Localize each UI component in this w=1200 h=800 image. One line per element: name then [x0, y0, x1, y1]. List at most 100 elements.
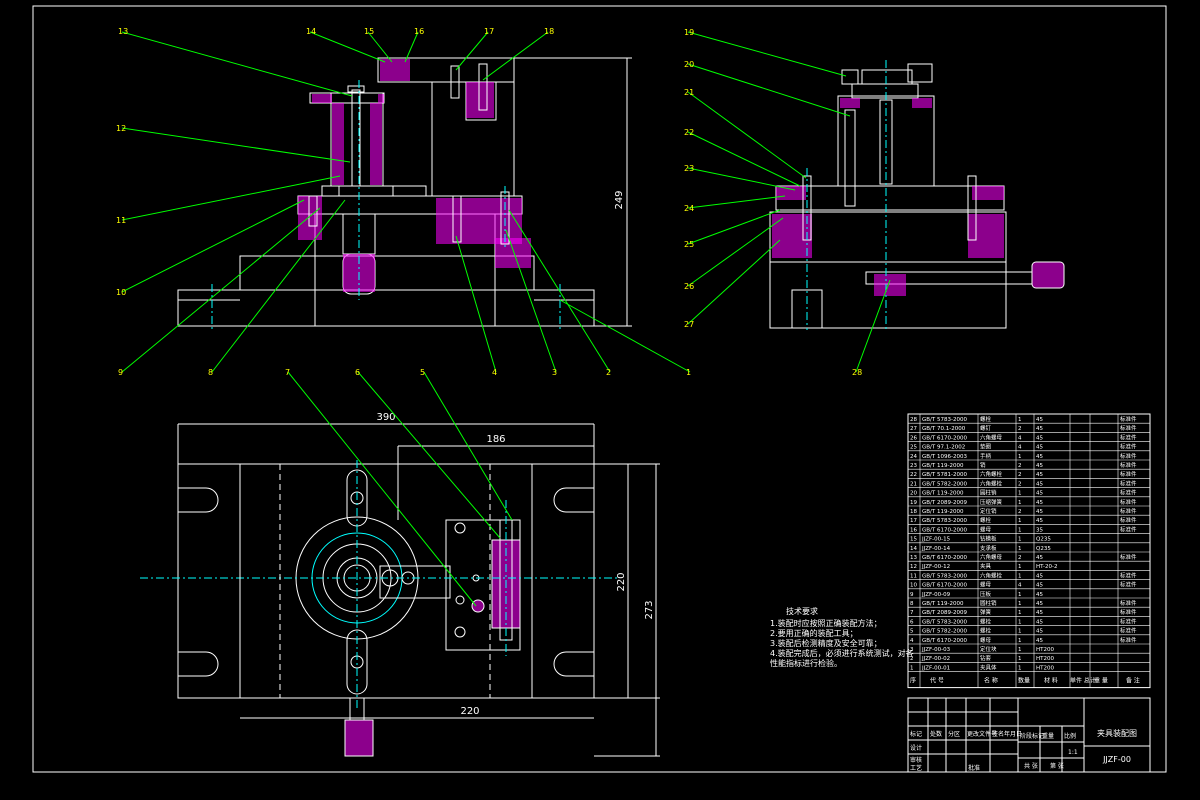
tb-label: 分区: [948, 730, 960, 738]
bom-cell: GB/T 5782-2000: [922, 629, 967, 635]
balloon-23: 23: [684, 164, 694, 173]
dim-depth-inner: 220: [616, 572, 627, 591]
bom-cell: 标准件: [1120, 516, 1137, 524]
bom-cell: GB/T 2089-2009: [922, 500, 967, 506]
bom-cell: 45: [1036, 472, 1043, 478]
bom-header-cell: 重 量: [1094, 677, 1108, 685]
bom-cell: 6: [910, 619, 914, 625]
bom-cell: 2: [1018, 481, 1022, 487]
bom-cell: 1: [910, 665, 914, 671]
bom-cell: 定位块: [980, 645, 997, 653]
bom-header-cell: 数量: [1018, 677, 1030, 685]
bom-cell: 1: [1018, 417, 1022, 423]
bom-cell: 45: [1036, 509, 1043, 515]
balloon-4: 4: [492, 368, 497, 377]
bom-cell: 六角螺母: [980, 553, 1003, 561]
bom-cell: 1: [1018, 518, 1022, 524]
bom-header-cell: 备 注: [1126, 677, 1140, 685]
balloon-21: 21: [684, 88, 694, 97]
balloon-22: 22: [684, 128, 694, 137]
bom-cell: 35: [1036, 527, 1043, 533]
bom-cell: 45: [1036, 426, 1043, 432]
bom-cell: 45: [1036, 463, 1043, 469]
tb-row-review: 审核: [910, 756, 922, 764]
drawing-number: JJZF-00: [1102, 755, 1131, 764]
drawing-canvas: 249 390 186 220 220 273 13 14 15 16 17 1…: [0, 0, 1200, 800]
bom-cell: 22: [910, 472, 917, 478]
bom-cell: 螺栓: [980, 627, 992, 635]
bom-cell: 28: [910, 417, 917, 423]
bom-cell: 4: [1018, 445, 1022, 451]
bom-cell: 六角螺母: [980, 433, 1003, 441]
bom-cell: 1: [1018, 592, 1022, 598]
bom-cell: 压缩弹簧: [980, 498, 1003, 506]
bom-header-cell: 代 号: [930, 677, 944, 685]
bom-cell: GB/T 5783-2000: [922, 573, 967, 579]
tb-mid-label: 重量: [1042, 732, 1054, 740]
tech-item: 1.装配时应按照正确装配方法；: [770, 618, 882, 628]
bom-cell: 钻套: [980, 654, 992, 662]
bom-cell: 六角螺栓: [980, 470, 1003, 478]
tb-mid-label: 比例: [1064, 732, 1076, 740]
bom-cell: 销: [980, 461, 986, 469]
tb-label: 签名: [992, 730, 1004, 738]
dim-depth-total: 273: [644, 600, 655, 619]
bom-cell: 45: [1036, 629, 1043, 635]
bom-cell: GB/T 6170-2000: [922, 583, 967, 589]
bom-cell: 45: [1036, 573, 1043, 579]
bom-cell: JJZF-00-02: [921, 656, 950, 662]
tb-mid-label: 阶段标记: [1020, 732, 1044, 740]
bom-cell: 标准件: [1120, 507, 1137, 515]
bom-cell: 9: [910, 592, 914, 598]
bom-cell: 2: [1018, 463, 1022, 469]
bom-cell: JJZF-00-03: [921, 647, 951, 653]
bom-cell: 1: [1018, 573, 1022, 579]
bom-cell: 压板: [980, 590, 992, 598]
bom-cell: 1: [1018, 665, 1022, 671]
bom-cell: GB/T 5783-2000: [922, 619, 967, 625]
balloon-2: 2: [606, 368, 611, 377]
bom-cell: HT200: [1036, 665, 1054, 671]
bom-header-cell: 序: [910, 677, 916, 685]
bom-cell: GB/T 5783-2000: [922, 417, 967, 423]
bom-cell: 1: [1018, 601, 1022, 607]
balloon-19: 19: [684, 28, 694, 37]
bom-cell: HT200: [1036, 656, 1054, 662]
bom-cell: 4: [1018, 583, 1022, 589]
bom-cell: 16: [910, 527, 917, 533]
balloon-24: 24: [684, 204, 694, 213]
bom-cell: 45: [1036, 619, 1043, 625]
bom-cell: GB/T 6170-2000: [922, 435, 967, 441]
bom-cell: 7: [910, 610, 914, 616]
balloon-17: 17: [484, 27, 494, 36]
dim-height-front: 249: [614, 190, 625, 209]
bom-cell: 1: [1018, 656, 1022, 662]
bom-cell: HT200: [1036, 647, 1054, 653]
bom-cell: GB/T 1096-2003: [922, 454, 967, 460]
bom-cell: 8: [910, 601, 914, 607]
bom-cell: 螺栓: [980, 617, 992, 625]
bom-cell: 标准件: [1120, 489, 1137, 497]
bom-cell: GB/T 119-2000: [922, 491, 964, 497]
balloon-26: 26: [684, 282, 694, 291]
balloon-27: 27: [684, 320, 694, 329]
bom-cell: 4: [1018, 435, 1022, 441]
bom-cell: 标准件: [1120, 553, 1137, 561]
bom-cell: 1: [1018, 647, 1022, 653]
bom-cell: 45: [1036, 435, 1043, 441]
bom-cell: 标准件: [1120, 599, 1137, 607]
bom-cell: 45: [1036, 445, 1043, 451]
bom-cell: 1: [1018, 527, 1022, 533]
bom-cell: 标准件: [1120, 608, 1137, 616]
bom-cell: 1: [1018, 454, 1022, 460]
bom-cell: 六角螺栓: [980, 479, 1003, 487]
bom-cell: 标准件: [1120, 581, 1137, 589]
dim-width-partial: 186: [486, 434, 505, 445]
bom-cell: 标准件: [1120, 470, 1137, 478]
bom-cell: 17: [910, 518, 917, 524]
balloon-7: 7: [285, 368, 290, 377]
bom-cell: 标准件: [1120, 479, 1137, 487]
bom-cell: 2: [1018, 555, 1022, 561]
tb-label: 标记: [910, 730, 922, 738]
bom-cell: GB/T 5783-2000: [922, 518, 967, 524]
